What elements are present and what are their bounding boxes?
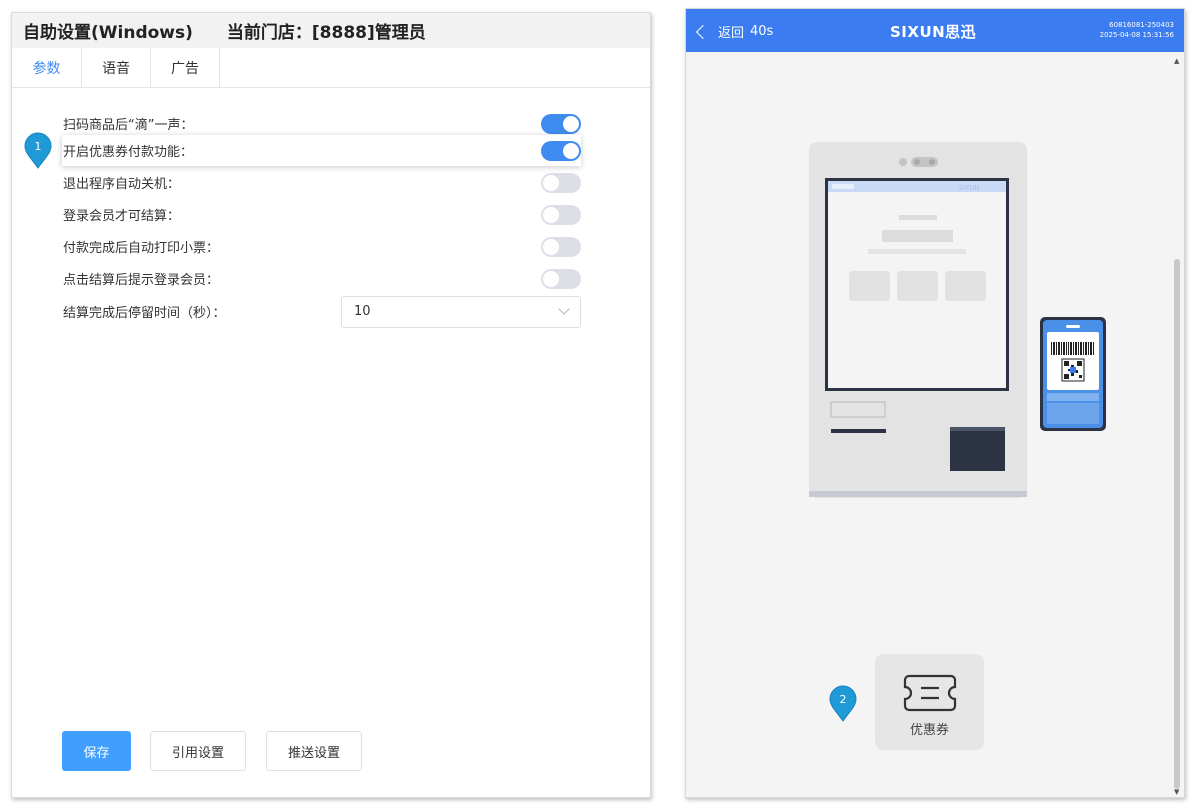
countdown: 40s [750,24,774,39]
setting-row-login-prompt: 点击结算后提示登录会员： [62,263,581,294]
chevron-left-icon [695,24,711,39]
scroll-up-icon[interactable]: ▲ [1174,57,1179,65]
scroll-down-icon[interactable]: ▼ [1174,788,1179,796]
reference-settings-button[interactable]: 引用设置 [150,731,246,771]
setting-label: 登录会员才可结算： [63,209,181,224]
setting-label: 结算完成后停留时间（秒）： [63,306,226,321]
setting-row-member-login: 登录会员才可结算： [62,199,581,230]
stay-time-value: 10 [354,304,371,319]
stay-time-select[interactable]: 10 [341,295,581,328]
setting-label: 付款完成后自动打印小票： [63,241,220,256]
setting-row-stay-time: 结算完成后停留时间（秒）： 10 [62,295,581,328]
kiosk-preview: 返回 40s SIXUN思迅 60816081-250403 2025-04-0… [685,8,1185,798]
callout-marker-2: 2 [829,685,857,722]
member-login-toggle[interactable] [541,204,581,225]
marker-number: 2 [840,693,847,706]
store-info: 当前门店：[8888]管理员 [226,23,426,43]
setting-row-auto-print: 付款完成后自动打印小票： [62,231,581,262]
auto-shutdown-toggle[interactable] [541,172,581,193]
device-id: 60816081-250403 [1109,21,1174,29]
chevron-down-icon [558,303,570,315]
callout-marker-1: 1 [24,132,52,169]
settings-tabs: 参数 语音 广告 [12,48,650,88]
device-meta: 60816081-250403 2025-04-08 15:31:56 [1100,20,1174,40]
login-prompt-toggle[interactable] [541,268,581,289]
scrollbar-thumb[interactable] [1174,259,1180,789]
kiosk-illustration: SIXUN [809,142,1106,498]
datetime: 2025-04-08 15:31:56 [1099,31,1174,39]
setting-label: 扫码商品后“滴”一声： [63,118,194,133]
scan-beep-toggle[interactable] [541,113,581,134]
setting-row-coupon-payment: 开启优惠券付款功能： [62,135,581,166]
tab-params[interactable]: 参数 [12,48,82,87]
coupon-label: 优惠券 [909,723,949,738]
settings-header: 自助设置(Windows) 当前门店：[8888]管理员 [12,13,650,48]
push-settings-button[interactable]: 推送设置 [266,731,362,771]
setting-label: 开启优惠券付款功能： [63,145,194,160]
setting-label: 点击结算后提示登录会员： [63,273,220,288]
settings-window: 自助设置(Windows) 当前门店：[8888]管理员 参数 语音 广告 扫码… [11,12,651,798]
tab-voice[interactable]: 语音 [82,48,151,87]
kiosk-topbar: 返回 40s SIXUN思迅 60816081-250403 2025-04-0… [686,9,1184,52]
tab-ads[interactable]: 广告 [151,48,220,87]
back-label: 返回 [718,26,745,41]
scrollbar[interactable]: ▲ ▼ [1174,57,1180,796]
coupon-payment-toggle[interactable] [541,140,581,161]
back-button[interactable]: 返回 40s [695,22,774,41]
svg-text:SIXUN: SIXUN [958,184,980,192]
coupon-button[interactable]: 优惠券 [875,654,984,750]
setting-label: 退出程序自动关机： [63,177,181,192]
save-button[interactable]: 保存 [62,731,131,771]
auto-print-toggle[interactable] [541,236,581,257]
window-title: 自助设置(Windows) [23,23,193,43]
coupon-ticket-icon [903,674,956,712]
setting-row-auto-shutdown: 退出程序自动关机： [62,167,581,198]
marker-number: 1 [35,140,42,153]
sixun-logo: SIXUN思迅 [890,23,977,41]
